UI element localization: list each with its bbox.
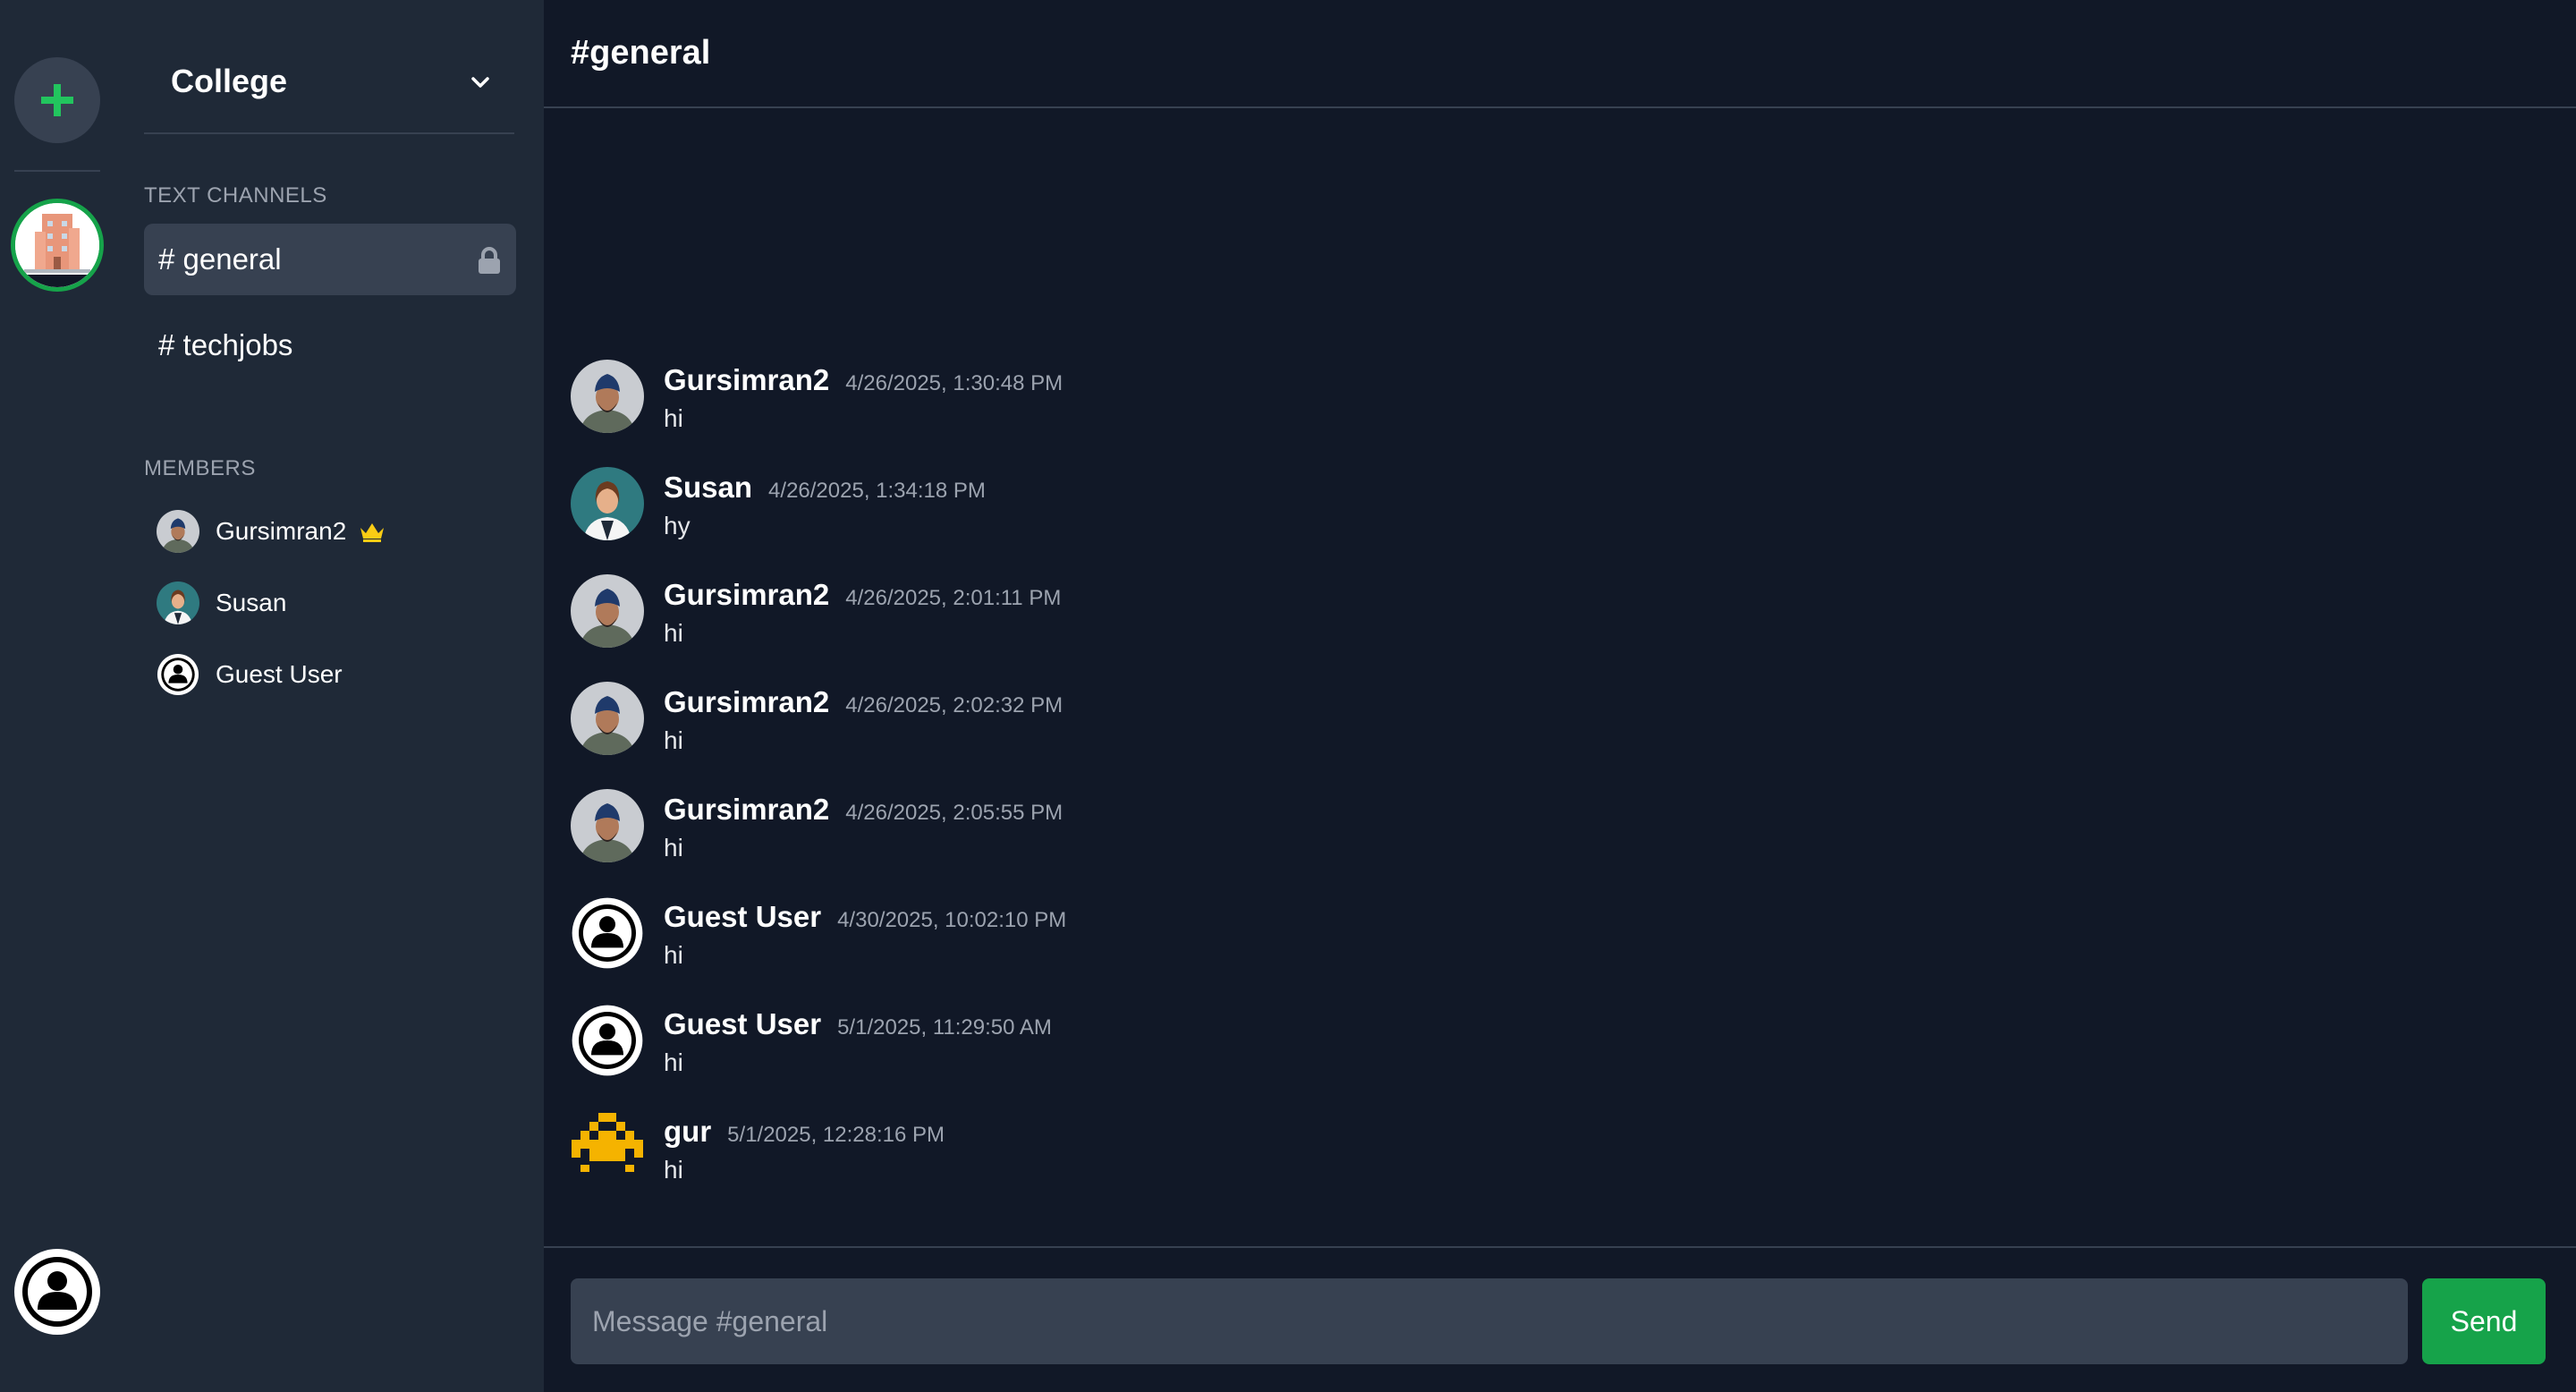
woman-avatar-icon — [571, 467, 644, 540]
turban-man-avatar-icon — [157, 510, 199, 553]
member-name: Gursimran2 — [216, 517, 347, 545]
avatar[interactable] — [571, 682, 644, 755]
avatar — [157, 581, 199, 624]
message-meta: Guest User 4/30/2025, 10:02:10 PM — [664, 900, 1066, 934]
add-server-button[interactable] — [14, 57, 100, 143]
message-timestamp: 4/26/2025, 2:05:55 PM — [845, 801, 1063, 825]
message-timestamp: 4/26/2025, 1:34:18 PM — [768, 479, 986, 503]
message: Gursimran2 4/26/2025, 2:05:55 PM hi — [571, 787, 2538, 895]
channel-sidebar: College TEXT CHANNELS # general # techjo… — [117, 0, 544, 1392]
lock-icon — [479, 247, 500, 274]
message-meta: Gursimran2 4/26/2025, 2:02:32 PM — [664, 685, 1063, 719]
channel-title: #general — [571, 34, 711, 72]
channel-label: # general — [158, 242, 282, 276]
message-meta: Guest User 5/1/2025, 11:29:50 AM — [664, 1007, 1052, 1041]
channel-general[interactable]: # general — [144, 224, 516, 295]
server-icon-college[interactable] — [11, 199, 104, 292]
message-text: hi — [664, 941, 683, 969]
message-text: hi — [664, 834, 683, 862]
message-text: hi — [664, 404, 683, 432]
college-building-icon — [15, 203, 99, 287]
avatar[interactable] — [571, 1111, 644, 1184]
turban-man-avatar-icon — [571, 360, 644, 433]
turban-man-avatar-icon — [571, 682, 644, 755]
avatar[interactable] — [571, 467, 644, 540]
avatar[interactable] — [571, 896, 644, 970]
avatar — [157, 653, 199, 696]
message-timestamp: 5/1/2025, 11:29:50 AM — [837, 1015, 1052, 1040]
crown-icon — [360, 523, 385, 542]
plus-icon — [41, 84, 73, 116]
message-text: hy — [664, 512, 691, 539]
message-timestamp: 5/1/2025, 12:28:16 PM — [727, 1123, 945, 1147]
message-author[interactable]: Gursimran2 — [664, 793, 829, 827]
chat-header: #general — [544, 0, 2576, 108]
channel-techjobs[interactable]: # techjobs — [144, 310, 516, 381]
message: Guest User 4/30/2025, 10:02:10 PM hi — [571, 895, 2538, 1002]
message-author[interactable]: Gursimran2 — [664, 685, 829, 719]
message-timestamp: 4/30/2025, 10:02:10 PM — [837, 908, 1067, 932]
message-list: Gursimran2 4/26/2025, 1:30:48 PM hi Susa… — [571, 358, 2538, 1217]
channel-label: # techjobs — [158, 328, 293, 361]
avatar — [157, 510, 199, 553]
message: Gursimran2 4/26/2025, 2:01:11 PM hi — [571, 573, 2538, 680]
default-user-icon — [14, 1249, 100, 1335]
server-rail — [0, 0, 117, 1392]
message-author[interactable]: gur — [664, 1115, 711, 1149]
rail-divider — [14, 170, 100, 172]
message-timestamp: 4/26/2025, 1:30:48 PM — [845, 371, 1063, 395]
chat-main: #general Gursimran2 4/26/2025, 1:30:48 P… — [544, 0, 2576, 1392]
member-name: Guest User — [216, 660, 343, 688]
default-user-icon — [572, 1005, 643, 1076]
message-meta: Gursimran2 4/26/2025, 2:01:11 PM — [664, 578, 1061, 612]
chat-app: College TEXT CHANNELS # general # techjo… — [0, 0, 2576, 1392]
server-header-dropdown[interactable]: College — [144, 36, 514, 134]
message-text: hi — [664, 619, 683, 647]
avatar[interactable] — [571, 1004, 644, 1077]
message-text: hi — [664, 1156, 683, 1184]
message-composer: Send — [544, 1246, 2576, 1392]
message: gur 5/1/2025, 12:28:16 PM hi — [571, 1109, 2538, 1217]
message-meta: Gursimran2 4/26/2025, 1:30:48 PM — [664, 363, 1063, 397]
message-input[interactable] — [571, 1278, 2408, 1364]
message: Gursimran2 4/26/2025, 2:02:32 PM hi — [571, 680, 2538, 787]
message-meta: gur 5/1/2025, 12:28:16 PM — [664, 1115, 945, 1149]
message-meta: Gursimran2 4/26/2025, 2:05:55 PM — [664, 793, 1063, 827]
current-user-avatar[interactable] — [13, 1247, 102, 1337]
message-text: hi — [664, 726, 683, 754]
member-item[interactable]: Gursimran2 — [157, 510, 386, 553]
message-timestamp: 4/26/2025, 2:02:32 PM — [845, 693, 1063, 717]
woman-avatar-icon — [157, 581, 199, 624]
member-item[interactable]: Susan — [157, 581, 286, 624]
pixel-invader-avatar-icon — [571, 1111, 644, 1184]
message-author[interactable]: Guest User — [664, 1007, 821, 1041]
default-user-icon — [572, 897, 643, 969]
text-channels-label: TEXT CHANNELS — [144, 183, 327, 208]
message-meta: Susan 4/26/2025, 1:34:18 PM — [664, 471, 986, 505]
avatar[interactable] — [571, 574, 644, 648]
message-author[interactable]: Guest User — [664, 900, 821, 934]
message-author[interactable]: Gursimran2 — [664, 363, 829, 397]
members-label: MEMBERS — [144, 456, 256, 480]
message-text: hi — [664, 1048, 683, 1076]
message: Gursimran2 4/26/2025, 1:30:48 PM hi — [571, 358, 2538, 465]
chevron-down-icon — [471, 77, 489, 88]
avatar[interactable] — [571, 789, 644, 862]
avatar[interactable] — [571, 360, 644, 433]
message-timestamp: 4/26/2025, 2:01:11 PM — [845, 586, 1062, 610]
turban-man-avatar-icon — [571, 789, 644, 862]
server-name: College — [171, 63, 288, 99]
turban-man-avatar-icon — [571, 574, 644, 648]
message: Susan 4/26/2025, 1:34:18 PM hy — [571, 465, 2538, 573]
member-name: Susan — [216, 589, 287, 616]
message: Guest User 5/1/2025, 11:29:50 AM hi — [571, 1002, 2538, 1109]
message-author[interactable]: Gursimran2 — [664, 578, 829, 612]
member-item[interactable]: Guest User — [157, 653, 343, 696]
default-user-icon — [157, 653, 199, 696]
send-button[interactable]: Send — [2422, 1278, 2546, 1364]
message-author[interactable]: Susan — [664, 471, 752, 505]
